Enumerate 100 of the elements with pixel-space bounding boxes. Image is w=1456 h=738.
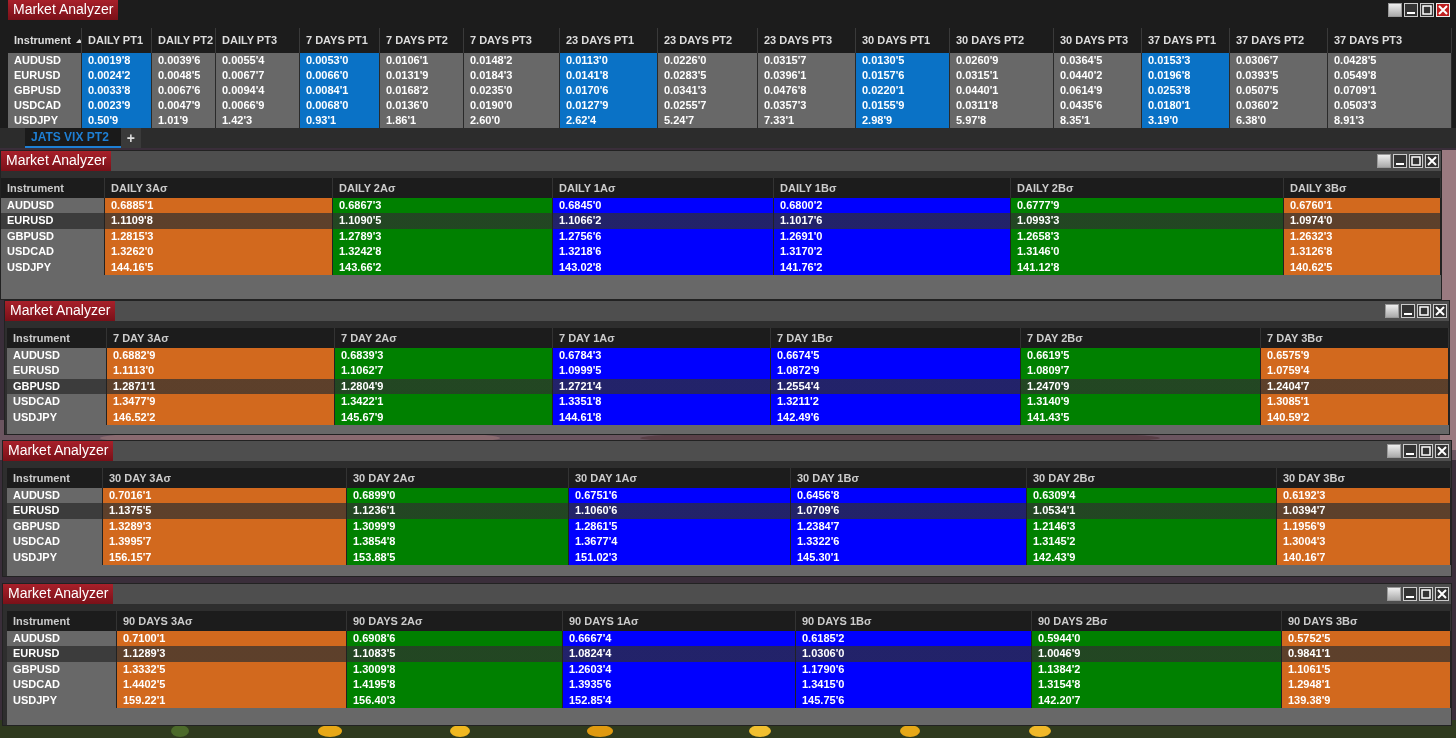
table-cell: 0.0106'1 bbox=[380, 53, 464, 68]
maximize-button[interactable] bbox=[1419, 444, 1433, 458]
table-cell: 0.0549'8 bbox=[1328, 68, 1452, 83]
column-header[interactable]: DAILY 3Bσ bbox=[1284, 178, 1441, 198]
column-header[interactable]: 90 DAYS 3Aσ bbox=[117, 611, 347, 631]
table-cell: 1.2948'1 bbox=[1282, 677, 1451, 693]
tab[interactable]: JATS VIX PT2 bbox=[25, 128, 121, 148]
table-cell: 2.98'9 bbox=[856, 113, 950, 128]
table-cell: 1.4195'8 bbox=[347, 677, 563, 693]
maximize-button[interactable] bbox=[1417, 304, 1431, 318]
column-header[interactable]: Instrument bbox=[7, 611, 117, 631]
column-header[interactable]: 30 DAY 2Aσ bbox=[347, 468, 569, 488]
column-header[interactable]: 37 DAYS PT1 bbox=[1142, 28, 1230, 53]
instrument-cell[interactable]: EURUSD bbox=[7, 503, 103, 519]
column-header[interactable]: 7 DAYS PT1 bbox=[300, 28, 380, 53]
table-cell: 1.4402'5 bbox=[117, 677, 347, 693]
column-header[interactable]: DAILY 2Aσ bbox=[333, 178, 553, 198]
table-cell: 1.1375'5 bbox=[103, 503, 347, 519]
maximize-icon bbox=[1411, 156, 1421, 166]
column-header[interactable]: 90 DAYS 2Bσ bbox=[1032, 611, 1282, 631]
column-header[interactable]: 7 DAY 3Aσ bbox=[107, 328, 335, 348]
column-header[interactable]: DAILY 2Bσ bbox=[1011, 178, 1284, 198]
column-header[interactable]: 7 DAY 3Bσ bbox=[1261, 328, 1449, 348]
table-cell: 1.3477'9 bbox=[107, 394, 335, 410]
column-header[interactable]: 30 DAYS PT3 bbox=[1054, 28, 1142, 53]
column-header[interactable]: 90 DAYS 1Aσ bbox=[563, 611, 796, 631]
column-header[interactable]: DAILY PT3 bbox=[216, 28, 300, 53]
maximize-button[interactable] bbox=[1420, 3, 1434, 17]
table-cell: 1.0999'5 bbox=[553, 363, 771, 379]
column-header[interactable]: 90 DAYS 2Aσ bbox=[347, 611, 563, 631]
column-header[interactable]: 7 DAYS PT2 bbox=[380, 28, 464, 53]
column-header[interactable]: 30 DAY 3Bσ bbox=[1277, 468, 1451, 488]
close-button[interactable] bbox=[1435, 587, 1449, 601]
column-header[interactable]: 7 DAY 2Aσ bbox=[335, 328, 553, 348]
column-header[interactable]: 23 DAYS PT3 bbox=[758, 28, 856, 53]
table-cell: 1.1060'6 bbox=[569, 503, 791, 519]
column-header[interactable]: DAILY PT1 bbox=[82, 28, 152, 53]
column-header[interactable]: 30 DAYS PT2 bbox=[950, 28, 1054, 53]
table-cell: 0.5944'0 bbox=[1032, 631, 1282, 647]
table-cell: 0.0053'0 bbox=[300, 53, 380, 68]
column-header[interactable]: 7 DAYS PT3 bbox=[464, 28, 560, 53]
table-cell: 0.0131'9 bbox=[380, 68, 464, 83]
table-cell: 2.62'4 bbox=[560, 113, 658, 128]
instrument-cell[interactable]: EURUSD bbox=[1, 213, 105, 229]
minimize-button[interactable] bbox=[1403, 587, 1417, 601]
table-cell: 1.0709'6 bbox=[791, 503, 1027, 519]
table-cell: 1.3145'2 bbox=[1027, 534, 1277, 550]
column-header[interactable]: 30 DAY 2Bσ bbox=[1027, 468, 1277, 488]
table-cell: 0.0130'5 bbox=[856, 53, 950, 68]
column-header[interactable]: 30 DAYS PT1 bbox=[856, 28, 950, 53]
table-cell: 0.6839'3 bbox=[335, 348, 553, 364]
column-header[interactable]: 30 DAY 1Bσ bbox=[791, 468, 1027, 488]
close-button[interactable] bbox=[1435, 444, 1449, 458]
column-header[interactable]: 37 DAYS PT2 bbox=[1230, 28, 1328, 53]
column-header[interactable]: 23 DAYS PT1 bbox=[560, 28, 658, 53]
minimize-button[interactable] bbox=[1401, 304, 1415, 318]
table-cell: 0.6674'5 bbox=[771, 348, 1021, 364]
table-cell: 1.3422'1 bbox=[335, 394, 553, 410]
column-header[interactable]: Instrument bbox=[7, 468, 103, 488]
column-header[interactable]: 23 DAYS PT2 bbox=[658, 28, 758, 53]
table-cell: 0.6619'5 bbox=[1021, 348, 1261, 364]
table-cell: 0.6185'2 bbox=[796, 631, 1032, 647]
minimize-button[interactable] bbox=[1403, 444, 1417, 458]
add-tab-button[interactable]: + bbox=[120, 128, 141, 148]
window-title: Market Analyzer bbox=[5, 301, 116, 321]
column-header[interactable]: 30 DAY 3Aσ bbox=[103, 468, 347, 488]
maximize-button[interactable] bbox=[1419, 587, 1433, 601]
column-header[interactable]: 7 DAY 1Bσ bbox=[771, 328, 1021, 348]
column-header[interactable]: 90 DAYS 1Bσ bbox=[796, 611, 1032, 631]
table-cell: 0.9841'1 bbox=[1282, 646, 1451, 662]
minimize-button[interactable] bbox=[1404, 3, 1418, 17]
minimize-icon bbox=[1406, 596, 1414, 598]
instrument-cell[interactable]: EURUSD bbox=[7, 646, 117, 662]
table-cell: 0.0255'7 bbox=[658, 98, 758, 113]
column-header[interactable]: 90 DAYS 3Bσ bbox=[1282, 611, 1451, 631]
column-header[interactable]: 7 DAY 2Bσ bbox=[1021, 328, 1261, 348]
close-button[interactable] bbox=[1433, 304, 1447, 318]
table-cell: 0.6882'9 bbox=[107, 348, 335, 364]
column-header[interactable]: 30 DAY 1Aσ bbox=[569, 468, 791, 488]
column-header[interactable]: Instrument bbox=[7, 328, 107, 348]
column-header[interactable]: Instrument bbox=[8, 28, 82, 53]
column-header[interactable]: Instrument bbox=[1, 178, 105, 198]
table-cell: 1.1090'5 bbox=[333, 213, 553, 229]
maximize-button[interactable] bbox=[1409, 154, 1423, 168]
table-cell: 0.0039'6 bbox=[152, 53, 216, 68]
table-cell: 0.0253'8 bbox=[1142, 83, 1230, 98]
column-header[interactable]: 37 DAYS PT3 bbox=[1328, 28, 1452, 53]
table-cell: 0.0019'8 bbox=[82, 53, 152, 68]
column-header[interactable]: DAILY PT2 bbox=[152, 28, 216, 53]
table-cell: 0.6784'3 bbox=[553, 348, 771, 364]
minimize-button[interactable] bbox=[1393, 154, 1407, 168]
column-header[interactable]: DAILY 1Bσ bbox=[774, 178, 1011, 198]
column-header[interactable]: DAILY 3Aσ bbox=[105, 178, 333, 198]
table-cell: 0.6885'1 bbox=[105, 198, 333, 214]
window-title: Market Analyzer bbox=[3, 584, 114, 604]
column-header[interactable]: DAILY 1Aσ bbox=[553, 178, 774, 198]
table-cell: 0.0507'5 bbox=[1230, 83, 1328, 98]
column-header[interactable]: 7 DAY 1Aσ bbox=[553, 328, 771, 348]
close-button[interactable] bbox=[1425, 154, 1439, 168]
table-cell: 0.6777'9 bbox=[1011, 198, 1284, 214]
